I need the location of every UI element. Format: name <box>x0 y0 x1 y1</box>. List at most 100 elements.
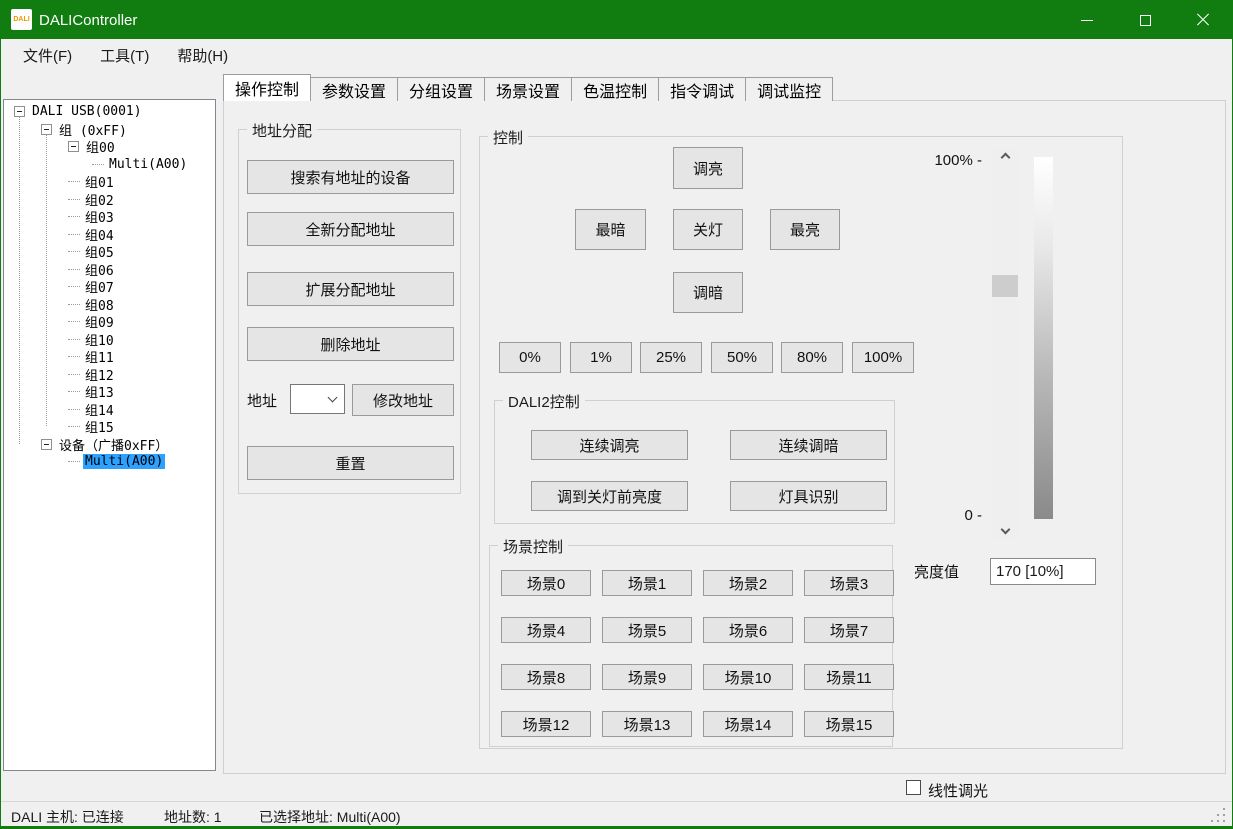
scene-10-button[interactable]: 场景10 <box>703 664 793 690</box>
scene-9-button[interactable]: 场景9 <box>602 664 692 690</box>
tab-operation-control[interactable]: 操作控制 <box>223 74 311 101</box>
modify-address-button[interactable]: 修改地址 <box>352 384 454 416</box>
window-title: DALIController <box>39 1 137 39</box>
tree-item-group12[interactable]: 组12 <box>4 366 215 384</box>
brightness-scrollbar[interactable] <box>992 147 1018 540</box>
scroll-down-icon <box>1000 525 1010 535</box>
scene-1-button[interactable]: 场景1 <box>602 570 692 596</box>
tree-item-multi-selected[interactable]: Multi(A00) <box>4 453 215 471</box>
tree-item-group03[interactable]: 组03 <box>4 208 215 226</box>
percent-1-button[interactable]: 1% <box>570 342 632 373</box>
scroll-up-icon <box>1000 153 1010 163</box>
tree-item-group04[interactable]: 组04 <box>4 226 215 244</box>
tree-item-group02[interactable]: 组02 <box>4 191 215 209</box>
linear-dim-checkbox[interactable] <box>906 780 921 795</box>
brightest-button[interactable]: 最亮 <box>770 209 840 250</box>
delete-address-button[interactable]: 删除地址 <box>247 327 454 361</box>
assign-new-address-button[interactable]: 全新分配地址 <box>247 212 454 246</box>
scene-6-button[interactable]: 场景6 <box>703 617 793 643</box>
tree-guide-line <box>46 131 47 426</box>
scene-8-button[interactable]: 场景8 <box>501 664 591 690</box>
extend-assign-address-button[interactable]: 扩展分配地址 <box>247 272 454 306</box>
percent-100-button[interactable]: 100% <box>852 342 914 373</box>
percent-50-button[interactable]: 50% <box>711 342 773 373</box>
percent-80-button[interactable]: 80% <box>781 342 843 373</box>
tree-item-group00[interactable]: 组00 <box>4 138 215 156</box>
tree-item-group05[interactable]: 组05 <box>4 243 215 261</box>
scene-control-group: 场景控制 场景0 场景1 场景2 场景3 场景4 场景5 场景6 场景7 场景8… <box>489 545 893 747</box>
scroll-down-button[interactable] <box>992 522 1018 540</box>
darkest-button[interactable]: 最暗 <box>575 209 646 250</box>
brightness-value-box[interactable]: 170 [10%] <box>990 558 1096 585</box>
brightness-value-label: 亮度值 <box>914 561 959 582</box>
tree-item-group06[interactable]: 组06 <box>4 261 215 279</box>
percent-0-button[interactable]: 0% <box>499 342 561 373</box>
menu-tools[interactable]: 工具(T) <box>86 39 163 71</box>
menu-file[interactable]: 文件(F) <box>9 39 86 71</box>
tree-item-group07[interactable]: 组07 <box>4 278 215 296</box>
tree-item-group15[interactable]: 组15 <box>4 418 215 436</box>
tab-color-temp-control[interactable]: 色温控制 <box>571 77 659 101</box>
minimize-button[interactable] <box>1058 1 1116 39</box>
tree-expander-icon[interactable] <box>41 439 52 450</box>
close-button[interactable] <box>1174 1 1232 39</box>
tree-item-root[interactable]: DALI USB(0001) <box>4 103 215 121</box>
tree-item-multi[interactable]: Multi(A00) <box>4 156 215 174</box>
control-group: 控制 调亮 最暗 关灯 最亮 调暗 0% 1% 25% 50% 80% 100%… <box>479 136 1123 749</box>
tree-item-group10[interactable]: 组10 <box>4 331 215 349</box>
scene-7-button[interactable]: 场景7 <box>804 617 894 643</box>
scene-4-button[interactable]: 场景4 <box>501 617 591 643</box>
scene-13-button[interactable]: 场景13 <box>602 711 692 737</box>
tab-parameter-settings[interactable]: 参数设置 <box>310 77 398 101</box>
tree-expander-icon[interactable] <box>41 124 52 135</box>
continuous-brighten-button[interactable]: 连续调亮 <box>531 430 688 460</box>
tree-item-devices[interactable]: 设备（广播0xFF） <box>4 436 215 454</box>
tab-command-debug[interactable]: 指令调试 <box>658 77 746 101</box>
scene-5-button[interactable]: 场景5 <box>602 617 692 643</box>
maximize-button[interactable] <box>1116 1 1174 39</box>
recall-last-level-button[interactable]: 调到关灯前亮度 <box>531 481 688 511</box>
scene-12-button[interactable]: 场景12 <box>501 711 591 737</box>
scrollbar-thumb[interactable] <box>992 275 1018 297</box>
scene-0-button[interactable]: 场景0 <box>501 570 591 596</box>
tree-item-group14[interactable]: 组14 <box>4 401 215 419</box>
tab-grouping-settings[interactable]: 分组设置 <box>397 77 485 101</box>
scene-3-button[interactable]: 场景3 <box>804 570 894 596</box>
reset-button[interactable]: 重置 <box>247 446 454 480</box>
tree-item-group11[interactable]: 组11 <box>4 348 215 366</box>
tree-guide-line <box>19 114 20 444</box>
minimize-icon <box>1081 20 1093 21</box>
tree-expander-icon[interactable] <box>14 106 25 117</box>
tree-item-group01[interactable]: 组01 <box>4 173 215 191</box>
light-off-button[interactable]: 关灯 <box>673 209 743 250</box>
scene-15-button[interactable]: 场景15 <box>804 711 894 737</box>
scroll-up-button[interactable] <box>992 147 1018 165</box>
tab-scene-settings[interactable]: 场景设置 <box>484 77 572 101</box>
tree-item-group13[interactable]: 组13 <box>4 383 215 401</box>
search-addressed-devices-button[interactable]: 搜索有地址的设备 <box>247 160 454 194</box>
app-icon-text: DALI <box>13 16 29 23</box>
address-allocation-group: 地址分配 搜索有地址的设备 全新分配地址 扩展分配地址 删除地址 地址 修改地址… <box>238 129 461 494</box>
tree-item-group-root[interactable]: 组 (0xFF) <box>4 121 215 139</box>
scene-11-button[interactable]: 场景11 <box>804 664 894 690</box>
address-allocation-title: 地址分配 <box>247 120 317 141</box>
selected-tree-item: Multi(A00) <box>83 454 165 469</box>
tree-item-group08[interactable]: 组08 <box>4 296 215 314</box>
menu-bar: 文件(F) 工具(T) 帮助(H) <box>1 39 1232 71</box>
scene-2-button[interactable]: 场景2 <box>703 570 793 596</box>
tab-debug-monitor[interactable]: 调试监控 <box>745 77 833 101</box>
status-bar: DALI 主机: 已连接 地址数: 1 已选择地址: Multi(A00) <box>1 801 1232 827</box>
dim-button[interactable]: 调暗 <box>673 272 743 313</box>
tree-expander-icon[interactable] <box>68 141 79 152</box>
continuous-dim-button[interactable]: 连续调暗 <box>730 430 887 460</box>
status-selected-address: 已选择地址: Multi(A00) <box>259 807 401 827</box>
control-group-title: 控制 <box>488 127 528 148</box>
brighten-button[interactable]: 调亮 <box>673 147 743 189</box>
tree-item-group09[interactable]: 组09 <box>4 313 215 331</box>
address-combobox[interactable] <box>290 384 345 414</box>
device-tree: DALI USB(0001) 组 (0xFF) 组00 Multi(A00) 组… <box>3 99 216 771</box>
scene-14-button[interactable]: 场景14 <box>703 711 793 737</box>
menu-help[interactable]: 帮助(H) <box>163 39 242 71</box>
percent-25-button[interactable]: 25% <box>640 342 702 373</box>
fixture-identify-button[interactable]: 灯具识别 <box>730 481 887 511</box>
